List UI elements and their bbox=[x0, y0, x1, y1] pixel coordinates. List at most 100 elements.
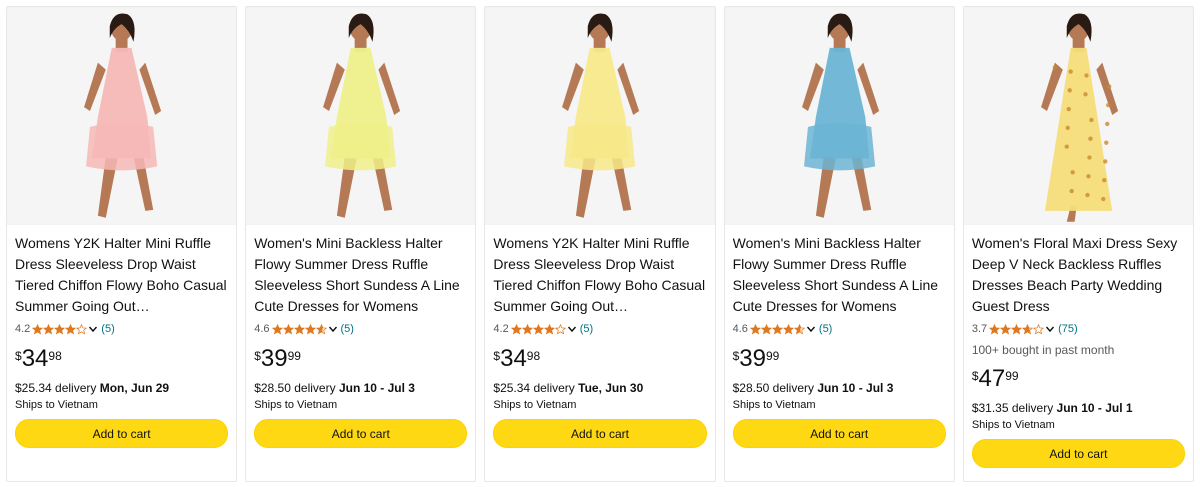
product-title[interactable]: Women's Mini Backless Halter Flowy Summe… bbox=[254, 233, 467, 317]
ships-to: Ships to Vietnam bbox=[732, 399, 816, 411]
rating-row: 3.7 (75) bbox=[972, 321, 1185, 337]
star-icon bbox=[554, 323, 566, 334]
dress-photo bbox=[246, 8, 476, 224]
dress-photo bbox=[7, 8, 237, 224]
star-rating[interactable] bbox=[989, 323, 1045, 335]
star-rating[interactable] bbox=[749, 323, 805, 335]
review-count-link[interactable]: (5) bbox=[101, 323, 114, 335]
price-whole: 39 bbox=[260, 345, 288, 372]
rating-row: 4.2 (5) bbox=[493, 321, 706, 337]
add-to-cart-button[interactable]: Add to cart bbox=[493, 419, 707, 448]
price-symbol: $ bbox=[971, 369, 979, 383]
star-icon bbox=[1022, 323, 1034, 334]
product-card[interactable]: Womens Y2K Halter Mini Ruffle Dress Slee… bbox=[484, 6, 716, 482]
review-count-link[interactable]: (5) bbox=[341, 323, 354, 335]
star-rating[interactable] bbox=[32, 323, 88, 335]
product-image[interactable] bbox=[724, 7, 954, 225]
rating-value: 4.2 bbox=[15, 323, 31, 335]
star-rating[interactable] bbox=[271, 323, 327, 335]
delivery-fee: $28.50 delivery bbox=[732, 381, 818, 395]
rating-row: 4.6 (5) bbox=[733, 321, 946, 337]
star-icon bbox=[1011, 323, 1023, 334]
chevron-down-icon[interactable] bbox=[88, 324, 98, 334]
delivery-fee: $25.34 delivery bbox=[15, 381, 100, 395]
ships-to: Ships to Vietnam bbox=[254, 399, 338, 411]
star-icon bbox=[521, 323, 533, 334]
rating-value: 4.2 bbox=[493, 323, 509, 335]
chevron-down-icon[interactable] bbox=[806, 324, 816, 334]
price-symbol: $ bbox=[254, 349, 261, 363]
price-whole: 34 bbox=[21, 345, 49, 372]
star-icon bbox=[304, 323, 316, 334]
price-symbol: $ bbox=[493, 349, 501, 363]
product-card[interactable]: Women's Mini Backless Halter Flowy Summe… bbox=[245, 6, 477, 482]
dress-photo bbox=[724, 8, 954, 224]
product-image[interactable] bbox=[485, 7, 715, 225]
dress-photo bbox=[963, 8, 1194, 224]
star-icon bbox=[76, 323, 88, 334]
review-count-link[interactable]: (5) bbox=[580, 323, 593, 335]
delivery-info: $28.50 delivery Jun 10 - Jul 3 bbox=[254, 381, 467, 395]
product-title[interactable]: Women's Floral Maxi Dress Sexy Deep V Ne… bbox=[972, 233, 1185, 317]
price: $ 39 99 bbox=[254, 347, 467, 373]
product-card[interactable]: Women's Mini Backless Halter Flowy Summe… bbox=[723, 6, 955, 482]
price: $ 39 99 bbox=[733, 347, 946, 373]
delivery-fee: $25.34 delivery bbox=[493, 381, 579, 395]
review-count-link[interactable]: (5) bbox=[819, 323, 832, 335]
rating-value: 4.6 bbox=[254, 323, 270, 335]
ships-to: Ships to Vietnam bbox=[15, 399, 98, 411]
rating-row: 4.6 (5) bbox=[254, 321, 467, 337]
product-title[interactable]: Womens Y2K Halter Mini Ruffle Dress Slee… bbox=[493, 233, 706, 317]
delivery-date: Jun 10 - Jul 3 bbox=[817, 381, 894, 395]
add-to-cart-button[interactable]: Add to cart bbox=[971, 439, 1186, 468]
product-image[interactable] bbox=[7, 7, 237, 225]
delivery-date: Mon, Jun 29 bbox=[99, 381, 170, 395]
price-symbol: $ bbox=[15, 349, 22, 363]
star-icon bbox=[54, 323, 66, 334]
price: $ 34 98 bbox=[493, 347, 706, 373]
delivery-date: Jun 10 - Jul 3 bbox=[338, 381, 415, 395]
chevron-down-icon[interactable] bbox=[567, 324, 577, 334]
price-whole: 39 bbox=[739, 345, 766, 372]
star-icon bbox=[793, 323, 805, 334]
product-info: Women's Floral Maxi Dress Sexy Deep V Ne… bbox=[964, 225, 1193, 481]
star-icon bbox=[271, 323, 283, 334]
product-info: Womens Y2K Halter Mini Ruffle Dress Slee… bbox=[485, 225, 714, 481]
star-rating[interactable] bbox=[510, 323, 566, 335]
star-icon bbox=[315, 323, 327, 334]
star-icon bbox=[760, 323, 772, 334]
review-count-link[interactable]: (75) bbox=[1058, 323, 1078, 335]
product-info: Women's Mini Backless Halter Flowy Summe… bbox=[246, 225, 475, 481]
add-to-cart-button[interactable]: Add to cart bbox=[254, 419, 468, 448]
chevron-down-icon[interactable] bbox=[1045, 324, 1055, 334]
product-title[interactable]: Womens Y2K Halter Mini Ruffle Dress Slee… bbox=[15, 233, 228, 317]
product-card[interactable]: Womens Y2K Halter Mini Ruffle Dress Slee… bbox=[6, 6, 238, 482]
delivery-info: $28.50 delivery Jun 10 - Jul 3 bbox=[733, 381, 946, 395]
delivery-info: $25.34 delivery Mon, Jun 29 bbox=[15, 381, 228, 395]
add-to-cart-button[interactable]: Add to cart bbox=[732, 419, 946, 448]
rating-value: 4.6 bbox=[732, 323, 748, 335]
product-image[interactable] bbox=[963, 7, 1194, 225]
star-icon bbox=[1033, 323, 1045, 334]
product-card[interactable]: Women's Floral Maxi Dress Sexy Deep V Ne… bbox=[962, 6, 1195, 482]
price-fraction: 98 bbox=[48, 349, 62, 363]
product-grid: Womens Y2K Halter Mini Ruffle Dress Slee… bbox=[0, 0, 1200, 482]
ships-to: Ships to Vietnam bbox=[971, 419, 1055, 431]
price-fraction: 99 bbox=[1005, 369, 1019, 383]
product-title[interactable]: Women's Mini Backless Halter Flowy Summe… bbox=[733, 233, 946, 317]
add-to-cart-button[interactable]: Add to cart bbox=[15, 419, 229, 448]
star-icon bbox=[543, 323, 555, 334]
star-icon bbox=[32, 323, 44, 334]
star-icon bbox=[282, 323, 294, 334]
delivery-date: Tue, Jun 30 bbox=[578, 381, 644, 395]
delivery-info: $25.34 delivery Tue, Jun 30 bbox=[493, 381, 706, 395]
rating-row: 4.2 (5) bbox=[15, 321, 228, 337]
chevron-down-icon[interactable] bbox=[328, 324, 338, 334]
ships-to: Ships to Vietnam bbox=[493, 399, 577, 411]
product-image[interactable] bbox=[246, 7, 476, 225]
delivery-date: Jun 10 - Jul 1 bbox=[1056, 401, 1133, 415]
star-icon bbox=[293, 323, 305, 334]
price-fraction: 99 bbox=[287, 349, 301, 363]
delivery-info: $31.35 delivery Jun 10 - Jul 1 bbox=[972, 401, 1185, 415]
price: $ 47 99 bbox=[972, 367, 1185, 393]
